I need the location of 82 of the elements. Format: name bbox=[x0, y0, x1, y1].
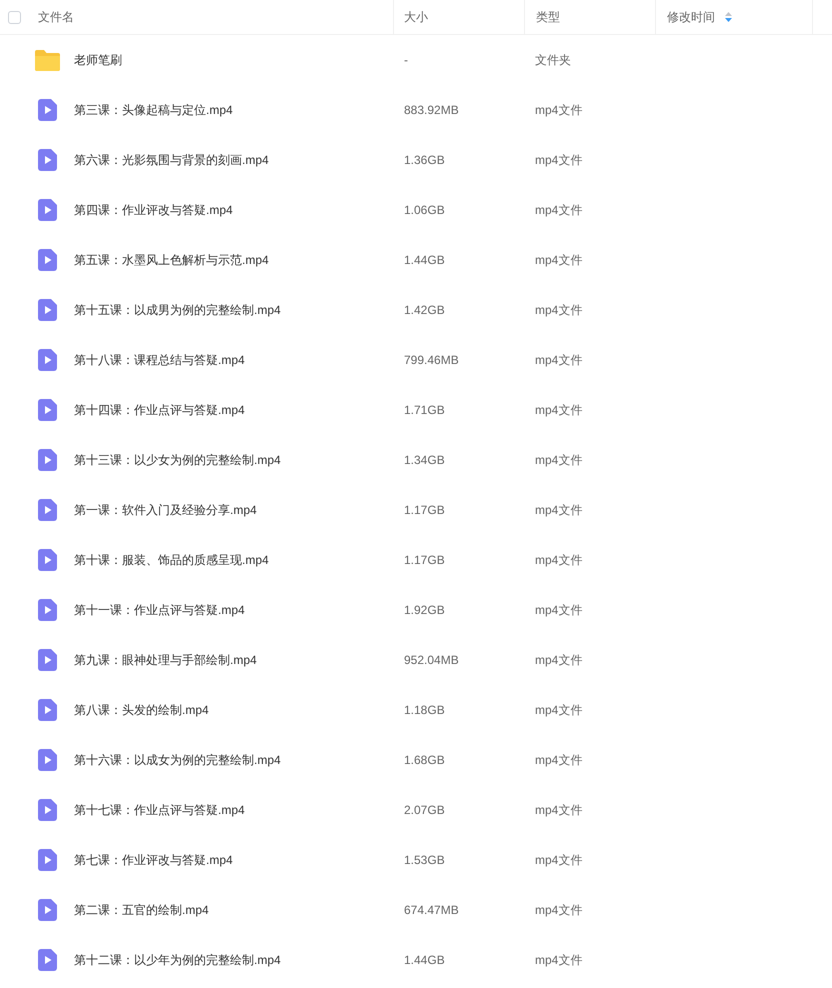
file-name[interactable]: 第十七课：作业点评与答疑.mp4 bbox=[74, 801, 245, 819]
video-file-icon bbox=[38, 399, 57, 421]
video-file-icon bbox=[38, 99, 57, 121]
video-file-icon bbox=[38, 949, 57, 971]
file-size: 1.34GB bbox=[403, 452, 446, 469]
file-name[interactable]: 第八课：头发的绘制.mp4 bbox=[74, 701, 209, 719]
video-file-icon bbox=[38, 699, 57, 721]
video-file-icon bbox=[38, 449, 57, 471]
file-name[interactable]: 第十二课：以少年为例的完整绘制.mp4 bbox=[74, 951, 281, 969]
file-name[interactable]: 第十三课：以少女为例的完整绘制.mp4 bbox=[74, 451, 281, 469]
file-size: 1.06GB bbox=[403, 202, 446, 219]
video-file-icon bbox=[38, 649, 57, 671]
file-size: 1.36GB bbox=[403, 152, 446, 169]
file-type: mp4文件 bbox=[534, 252, 582, 269]
file-size: 2.07GB bbox=[403, 802, 446, 819]
sort-icon[interactable] bbox=[725, 12, 732, 22]
file-size: 1.71GB bbox=[403, 402, 446, 419]
column-header[interactable]: 大小 bbox=[404, 8, 428, 26]
file-type: mp4文件 bbox=[534, 302, 582, 319]
file-name[interactable]: 第二课：五官的绘制.mp4 bbox=[74, 901, 209, 919]
file-type: mp4文件 bbox=[534, 902, 582, 919]
file-type: mp4文件 bbox=[534, 152, 582, 169]
file-name[interactable]: 第十四课：作业点评与答疑.mp4 bbox=[74, 401, 245, 419]
file-name[interactable]: 第四课：作业评改与答疑.mp4 bbox=[74, 201, 233, 219]
select-all-checkbox[interactable] bbox=[8, 10, 21, 24]
file-name[interactable]: 第十一课：作业点评与答疑.mp4 bbox=[74, 601, 245, 619]
video-file-icon bbox=[38, 549, 57, 571]
video-file-icon bbox=[38, 199, 57, 221]
file-type: mp4文件 bbox=[534, 802, 582, 819]
video-file-icon bbox=[38, 349, 57, 371]
file-type: mp4文件 bbox=[534, 952, 582, 969]
video-file-icon bbox=[38, 749, 57, 771]
file-name[interactable]: 第三课：头像起稿与定位.mp4 bbox=[74, 101, 233, 119]
file-name[interactable]: 老师笔刷 bbox=[74, 51, 122, 69]
file-size: 1.44GB bbox=[403, 252, 446, 269]
file-name[interactable]: 第十课：服装、饰品的质感呈现.mp4 bbox=[74, 551, 269, 569]
file-name[interactable]: 第一课：软件入门及经验分享.mp4 bbox=[74, 501, 257, 519]
file-type: mp4文件 bbox=[534, 552, 582, 569]
file-name[interactable]: 第五课：水墨风上色解析与示范.mp4 bbox=[74, 251, 269, 269]
folder-icon bbox=[35, 50, 60, 70]
file-size: 1.17GB bbox=[403, 552, 446, 569]
file-size: 1.53GB bbox=[403, 852, 446, 869]
file-name[interactable]: 第十八课：课程总结与答疑.mp4 bbox=[74, 351, 245, 369]
file-name[interactable]: 第十六课：以成女为例的完整绘制.mp4 bbox=[74, 751, 281, 769]
video-file-icon bbox=[38, 299, 57, 321]
file-type: mp4文件 bbox=[534, 452, 582, 469]
file-type: mp4文件 bbox=[534, 602, 582, 619]
video-file-icon bbox=[38, 599, 57, 621]
video-file-icon bbox=[38, 849, 57, 871]
file-name[interactable]: 第十五课：以成男为例的完整绘制.mp4 bbox=[74, 301, 281, 319]
file-type: mp4文件 bbox=[534, 202, 582, 219]
file-type: mp4文件 bbox=[534, 852, 582, 869]
file-size: 799.46MB bbox=[403, 352, 460, 369]
video-file-icon bbox=[38, 899, 57, 921]
file-type: 文件夹 bbox=[534, 52, 571, 69]
file-type: mp4文件 bbox=[534, 402, 582, 419]
file-size: 952.04MB bbox=[403, 652, 460, 669]
file-name[interactable]: 第七课：作业评改与答疑.mp4 bbox=[74, 851, 233, 869]
file-size: 1.44GB bbox=[403, 952, 446, 969]
file-size: 1.68GB bbox=[403, 752, 446, 769]
file-type: mp4文件 bbox=[534, 502, 582, 519]
file-name[interactable]: 第九课：眼神处理与手部绘制.mp4 bbox=[74, 651, 257, 669]
file-type: mp4文件 bbox=[534, 652, 582, 669]
file-size: 1.17GB bbox=[403, 502, 446, 519]
video-file-icon bbox=[38, 499, 57, 521]
column-header[interactable]: 文件名 bbox=[38, 8, 74, 26]
file-name[interactable]: 第六课：光影氛围与背景的刻画.mp4 bbox=[74, 151, 269, 169]
file-size: 1.18GB bbox=[403, 702, 446, 719]
video-file-icon bbox=[38, 249, 57, 271]
file-size: - bbox=[403, 52, 409, 69]
video-file-icon bbox=[38, 149, 57, 171]
file-type: mp4文件 bbox=[534, 702, 582, 719]
file-type: mp4文件 bbox=[534, 352, 582, 369]
file-size: 1.42GB bbox=[403, 302, 446, 319]
video-file-icon bbox=[38, 799, 57, 821]
column-header[interactable]: 修改时间 bbox=[667, 8, 715, 26]
column-header[interactable]: 类型 bbox=[536, 8, 560, 26]
file-type: mp4文件 bbox=[534, 752, 582, 769]
file-type: mp4文件 bbox=[534, 102, 582, 119]
file-size: 883.92MB bbox=[403, 102, 460, 119]
file-size: 674.47MB bbox=[403, 902, 460, 919]
file-size: 1.92GB bbox=[403, 602, 446, 619]
